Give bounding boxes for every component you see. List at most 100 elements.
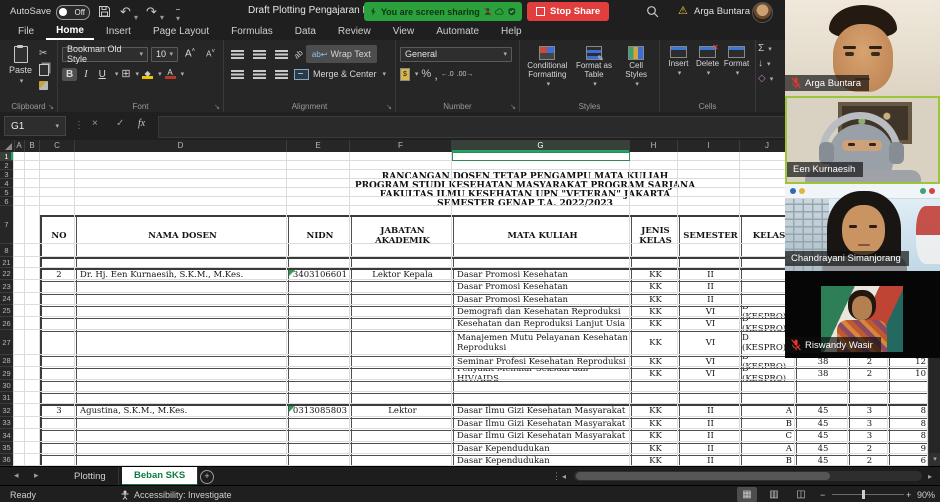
cell-I32[interactable]: II bbox=[680, 406, 742, 419]
cell-I22[interactable]: II bbox=[680, 270, 742, 282]
align-bottom-icon[interactable] bbox=[275, 50, 288, 52]
zoom-slider-track[interactable] bbox=[832, 494, 904, 495]
cell-L28[interactable]: 2 bbox=[850, 357, 890, 369]
cell-I23[interactable]: II bbox=[680, 282, 742, 295]
decrease-font-button[interactable]: A˅ bbox=[202, 48, 219, 60]
cell-J33[interactable]: B bbox=[742, 419, 797, 431]
account-name[interactable]: Arga Buntara bbox=[694, 6, 750, 17]
decrease-decimal-icon[interactable]: .00→ bbox=[457, 69, 474, 80]
cell-K28[interactable]: 38 bbox=[797, 357, 850, 369]
cell-K34[interactable]: 45 bbox=[797, 431, 850, 444]
format-as-table-button[interactable]: Format as Table ▾ bbox=[571, 44, 618, 100]
ribbon-tab-review[interactable]: Review bbox=[328, 25, 381, 39]
cell-G31[interactable] bbox=[454, 394, 632, 406]
cell-I33[interactable]: II bbox=[680, 419, 742, 431]
video-tile-arga-buntara[interactable]: Arga Buntara bbox=[785, 0, 940, 96]
autosave-toggle[interactable]: Off bbox=[56, 5, 90, 20]
cell-J30[interactable] bbox=[742, 382, 797, 394]
namebox-splitter[interactable]: ⋮ bbox=[74, 120, 84, 131]
comma-style-icon[interactable]: , bbox=[434, 69, 438, 80]
scroll-down-arrow[interactable]: ▾ bbox=[929, 453, 940, 466]
cell-G35[interactable]: Dasar Kependudukan bbox=[454, 444, 632, 456]
cell-M32[interactable]: 8 bbox=[890, 406, 930, 419]
ribbon-tab-data[interactable]: Data bbox=[285, 25, 326, 39]
cell-C29[interactable] bbox=[42, 369, 77, 382]
column-header-G[interactable]: G bbox=[452, 140, 630, 152]
cell-D30[interactable] bbox=[77, 382, 289, 394]
cell-F35[interactable] bbox=[352, 444, 454, 456]
cell-L35[interactable]: 2 bbox=[850, 444, 890, 456]
cell-I29[interactable]: VI bbox=[680, 369, 742, 382]
cell-M34[interactable]: 8 bbox=[890, 431, 930, 444]
cell-C34[interactable] bbox=[42, 431, 77, 444]
cell-K31[interactable] bbox=[797, 394, 850, 406]
cell-D34[interactable] bbox=[77, 431, 289, 444]
row-header-8[interactable]: 8 bbox=[0, 244, 14, 257]
cell-G30[interactable] bbox=[454, 382, 632, 394]
cell-E26[interactable] bbox=[289, 319, 352, 332]
cell-K30[interactable] bbox=[797, 382, 850, 394]
column-header-B[interactable]: B bbox=[25, 140, 40, 152]
cell-I28[interactable]: VI bbox=[680, 357, 742, 369]
cell-C26[interactable] bbox=[42, 319, 77, 332]
cell-C25[interactable] bbox=[42, 307, 77, 319]
cell-I34[interactable]: II bbox=[680, 431, 742, 444]
cell-G33[interactable]: Dasar Ilmu Gizi Kesehatan Masyarakat bbox=[454, 419, 632, 431]
cell-K35[interactable]: 45 bbox=[797, 444, 850, 456]
borders-icon[interactable]: ⊞ bbox=[121, 69, 130, 80]
fill-color-chevron-icon[interactable]: ▾ bbox=[158, 70, 162, 78]
cell-M28[interactable]: 12 bbox=[890, 357, 930, 369]
row-header-22[interactable]: 22 bbox=[0, 268, 14, 280]
ribbon-tab-insert[interactable]: Insert bbox=[96, 25, 141, 39]
cell-K32[interactable]: 45 bbox=[797, 406, 850, 419]
horizontal-scroll-thumb[interactable] bbox=[576, 472, 830, 480]
cell-D31[interactable] bbox=[77, 394, 289, 406]
cell-I35[interactable]: II bbox=[680, 444, 742, 456]
cell-H25[interactable]: KK bbox=[632, 307, 680, 319]
ribbon-tab-automate[interactable]: Automate bbox=[426, 25, 489, 39]
hscroll-right-arrow[interactable]: ▸ bbox=[928, 472, 932, 481]
copy-button[interactable] bbox=[37, 63, 51, 76]
sheet-nav-left-icon[interactable]: ◂ bbox=[14, 470, 19, 481]
cell-F33[interactable] bbox=[352, 419, 454, 431]
cell-I25[interactable]: VI bbox=[680, 307, 742, 319]
cell-E23[interactable] bbox=[289, 282, 352, 295]
cell-D28[interactable] bbox=[77, 357, 289, 369]
cell-H32[interactable]: KK bbox=[632, 406, 680, 419]
cancel-icon[interactable]: × bbox=[92, 118, 98, 129]
ribbon-tab-file[interactable]: File bbox=[8, 25, 44, 39]
cell-M35[interactable]: 9 bbox=[890, 444, 930, 456]
row-header-23[interactable]: 23 bbox=[0, 280, 14, 293]
zoom-out-button[interactable]: − bbox=[820, 490, 825, 500]
cell-F30[interactable] bbox=[352, 382, 454, 394]
cell-J29[interactable]: D (KESPRO) bbox=[742, 369, 797, 382]
bold-button[interactable]: B bbox=[62, 68, 77, 81]
orientation-icon[interactable]: ab bbox=[292, 47, 306, 61]
cell-E24[interactable] bbox=[289, 295, 352, 307]
row-header-27[interactable]: 27 bbox=[0, 330, 14, 355]
cell-E32[interactable]: 0313085803 bbox=[289, 406, 352, 419]
sheet-nav-right-icon[interactable]: ▸ bbox=[34, 470, 39, 481]
cell-F28[interactable] bbox=[352, 357, 454, 369]
cell-D23[interactable] bbox=[77, 282, 289, 295]
number-format-combo[interactable]: General▾ bbox=[400, 47, 512, 62]
cell-E21[interactable] bbox=[289, 259, 352, 270]
horizontal-scrollbar[interactable] bbox=[574, 471, 922, 481]
cell-C23[interactable] bbox=[42, 282, 77, 295]
cell-H22[interactable]: KK bbox=[632, 270, 680, 282]
cell-E30[interactable] bbox=[289, 382, 352, 394]
ribbon-tab-formulas[interactable]: Formulas bbox=[221, 25, 283, 39]
increase-font-button[interactable]: A˄ bbox=[181, 47, 199, 60]
font-name-combo[interactable]: Bookman Old Style▾ bbox=[62, 47, 148, 62]
row-header-26[interactable]: 26 bbox=[0, 317, 14, 330]
number-dialog-launcher[interactable]: ↘ bbox=[510, 103, 516, 111]
row-header-35[interactable]: 35 bbox=[0, 442, 14, 454]
cell-H21[interactable] bbox=[632, 259, 680, 270]
cell-G28[interactable]: Seminar Profesi Kesehatan Reproduksi bbox=[454, 357, 632, 369]
row-header-33[interactable]: 33 bbox=[0, 417, 14, 429]
underline-button[interactable]: U bbox=[95, 68, 110, 81]
cell-D24[interactable] bbox=[77, 295, 289, 307]
font-dialog-launcher[interactable]: ↘ bbox=[214, 103, 220, 111]
row-header-30[interactable]: 30 bbox=[0, 380, 14, 392]
merge-center-button[interactable]: Merge & Center▾ bbox=[294, 69, 386, 80]
